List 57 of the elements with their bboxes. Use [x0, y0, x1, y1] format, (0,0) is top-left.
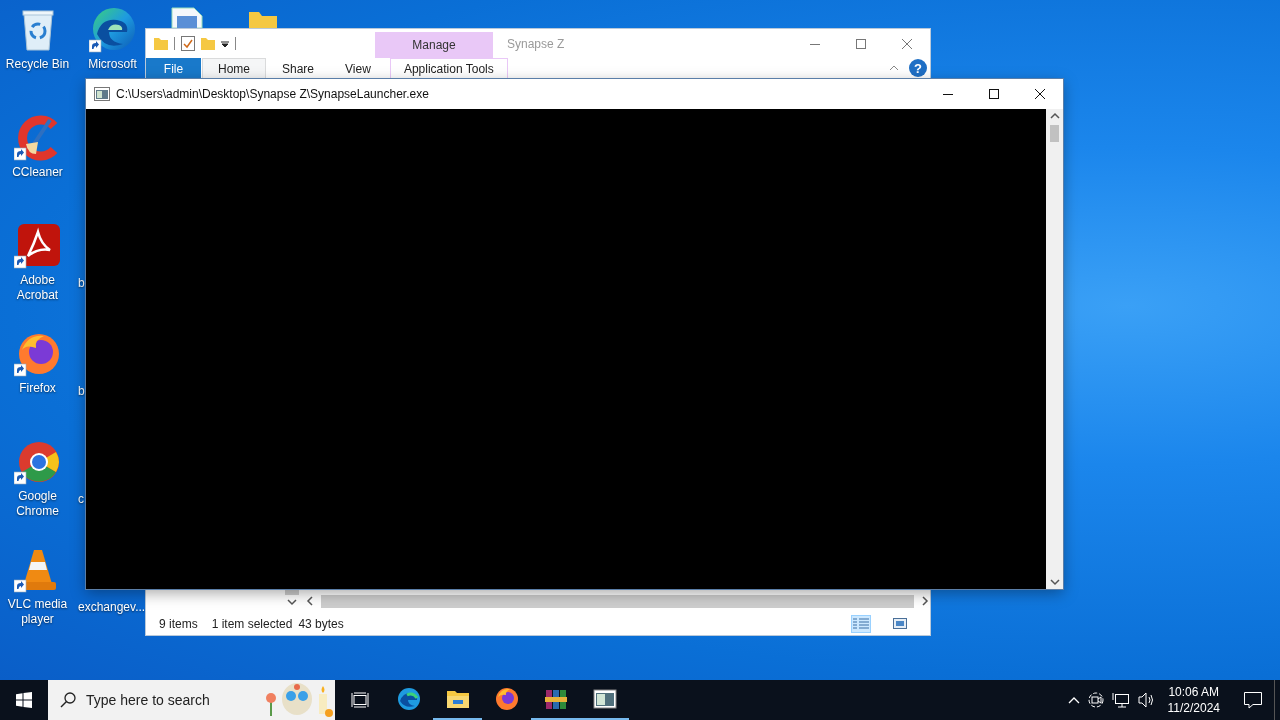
- icon-label[interactable]: b: [78, 384, 85, 399]
- scroll-thumb[interactable]: [285, 590, 299, 595]
- selection-count: 1 item selected: [211, 616, 293, 631]
- clock-date[interactable]: 11/2/2024: [1167, 700, 1220, 716]
- thumbnail-view-icon: [893, 618, 907, 629]
- window-title: C:\Users\admin\Desktop\Synapse Z\SynapseLauncher.exe: [116, 87, 430, 101]
- console-icon: [592, 687, 617, 711]
- chevron-up-icon[interactable]: [1067, 696, 1080, 704]
- volume-icon[interactable]: [1137, 692, 1156, 708]
- icon-label[interactable]: Firefox: [1, 381, 74, 396]
- scroll-left-icon[interactable]: [305, 596, 315, 606]
- browser-icon: [88, 6, 137, 54]
- icon-label[interactable]: CCleaner: [1, 165, 74, 180]
- icon-label[interactable]: b: [78, 276, 85, 291]
- console-icon: [94, 87, 110, 101]
- icon-label[interactable]: Google Chrome: [1, 489, 74, 519]
- collapse-icon[interactable]: [889, 65, 899, 71]
- close-icon: [1035, 89, 1045, 99]
- ribbon-tab[interactable]: File: [146, 58, 201, 79]
- item-count: 9 items: [159, 616, 198, 631]
- icon-label[interactable]: c: [78, 492, 84, 507]
- search-icon: [60, 692, 76, 708]
- horizontal-scrollbar[interactable]: [305, 592, 930, 610]
- scroll-right-icon[interactable]: [920, 596, 930, 606]
- icon-label[interactable]: exchangev...: [78, 600, 146, 615]
- search-bar[interactable]: Type here to search: [48, 680, 335, 720]
- vertical-scrollbar[interactable]: [1046, 109, 1063, 589]
- ribbon-tab[interactable]: View: [330, 58, 386, 79]
- windows-logo-icon: [16, 692, 32, 708]
- selection-size: 43 bytes: [298, 616, 344, 631]
- ribbon-tab[interactable]: Home: [202, 58, 266, 79]
- network-icon[interactable]: [1111, 692, 1130, 708]
- camera-icon[interactable]: [1087, 692, 1104, 708]
- tab-group-label: Manage: [375, 32, 493, 58]
- scroll-thumb[interactable]: [1050, 125, 1059, 142]
- close-icon: [902, 38, 912, 49]
- window-title: Synapse Z: [507, 36, 566, 51]
- flowers-candle-drawing: [263, 682, 335, 718]
- notifications-icon: [1244, 691, 1262, 709]
- icon-label[interactable]: Microsoft: [76, 57, 149, 72]
- maximize-icon: [989, 89, 999, 99]
- browser-icon: [396, 687, 421, 711]
- task-view-icon: [350, 692, 369, 708]
- caret-icon[interactable]: [221, 39, 229, 48]
- app-icon: [13, 222, 62, 270]
- maximize-icon: [856, 38, 866, 49]
- search-field[interactable]: Type here to search: [86, 692, 246, 708]
- help-button[interactable]: ?: [909, 59, 927, 77]
- icon-label[interactable]: VLC media player: [1, 597, 74, 627]
- properties-icon[interactable]: [181, 36, 195, 51]
- browser-icon: [494, 687, 519, 711]
- archive-icon: [543, 687, 568, 711]
- icon-label[interactable]: Recycle Bin: [1, 57, 74, 72]
- clock-time[interactable]: 10:06 AM: [1168, 684, 1220, 700]
- details-view-icon: [853, 617, 869, 630]
- icon-label[interactable]: Adobe Acrobat: [1, 273, 74, 303]
- ribbon-tab[interactable]: Share: [267, 58, 330, 79]
